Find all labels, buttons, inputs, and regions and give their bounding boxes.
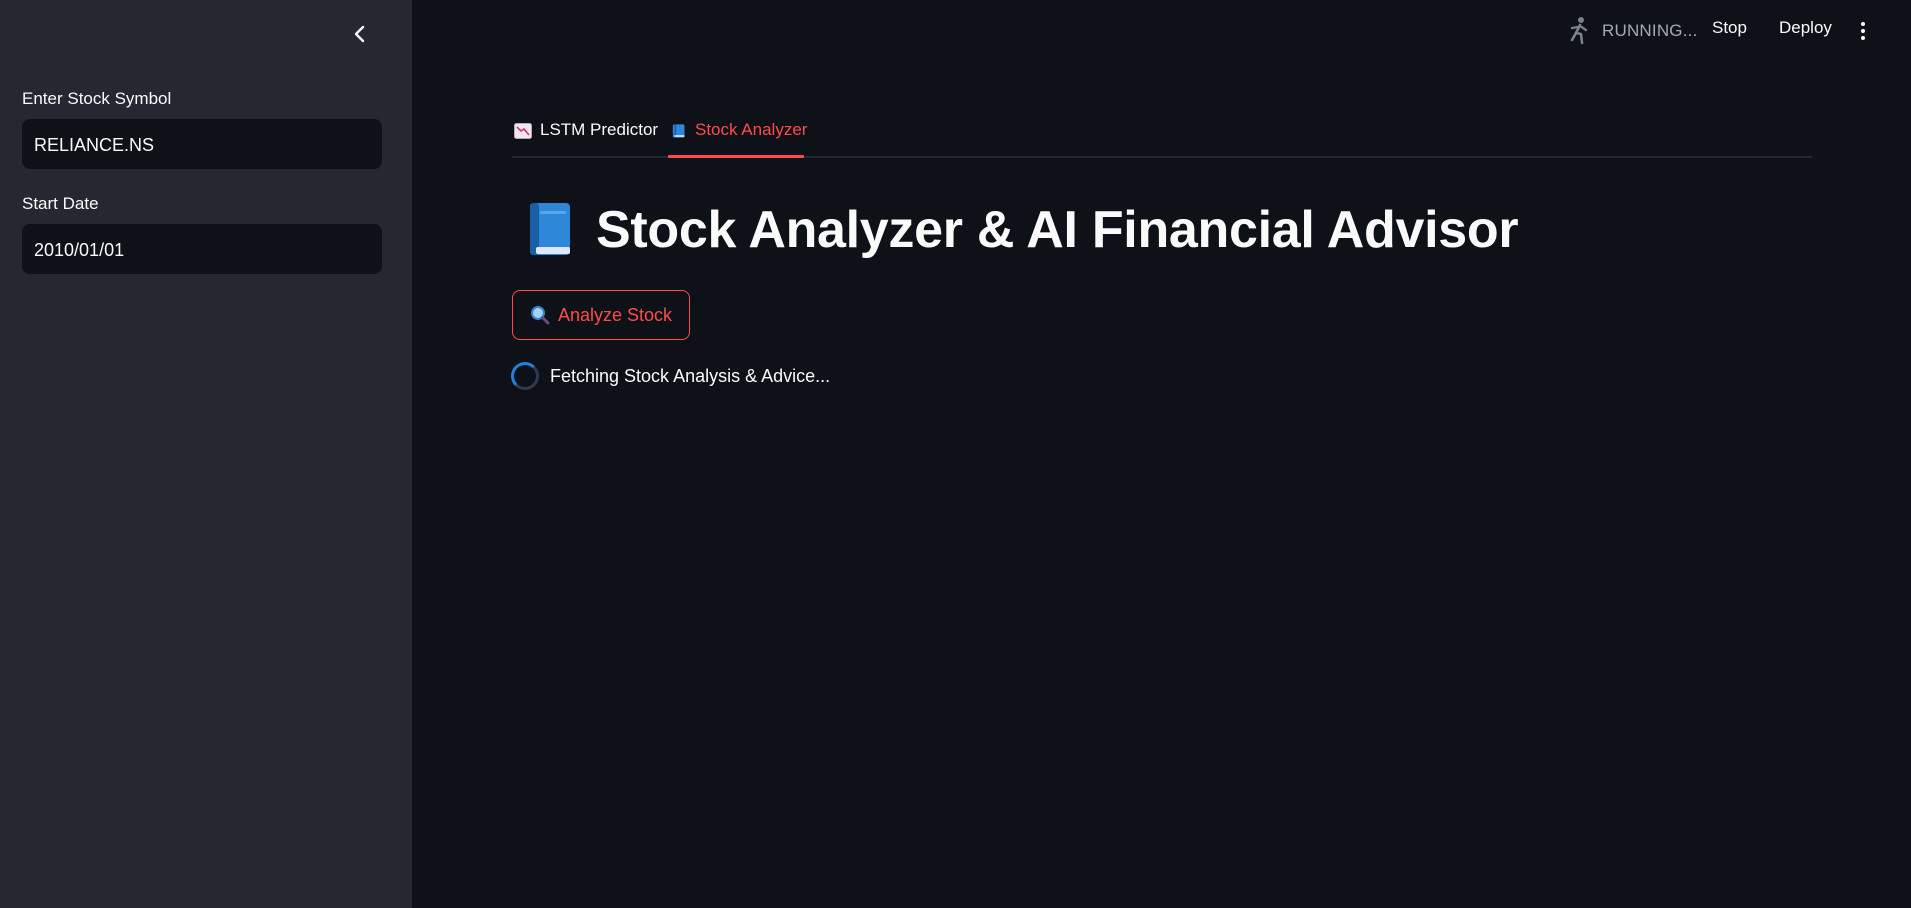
active-tab-indicator [668,155,804,158]
stock-symbol-field: Enter Stock Symbol RELIANCE.NS [22,89,382,169]
start-date-input[interactable]: 2010/01/01 [22,224,382,274]
spinner-icon [511,362,539,390]
kebab-dot-icon [1861,29,1865,33]
analyze-stock-button[interactable]: Analyze Stock [512,290,690,340]
kebab-dot-icon [1861,22,1865,26]
loading-text: Fetching Stock Analysis & Advice... [550,365,831,386]
blue-book-icon [530,203,570,255]
app-root: Enter Stock Symbol RELIANCE.NS Start Dat… [0,0,1911,908]
tab-bar: LSTM Predictor Stock Analyzer [512,116,1812,158]
sidebar: Enter Stock Symbol RELIANCE.NS Start Dat… [0,0,412,908]
kebab-dot-icon [1861,36,1865,40]
running-status-text: RUNNING... [1602,21,1698,40]
running-status: RUNNING... [1566,16,1698,46]
blue-book-icon [672,124,685,138]
stock-symbol-input[interactable]: RELIANCE.NS [22,119,382,169]
loading-status: Fetching Stock Analysis & Advice... [511,362,830,390]
stop-button[interactable]: Stop [1712,18,1747,38]
tab-lstm-predictor[interactable]: LSTM Predictor [514,120,658,156]
chevron-left-icon [354,25,365,43]
tab-stock-analyzer[interactable]: Stock Analyzer [672,120,807,156]
page-title: Stock Analyzer & AI Financial Advisor [596,201,1519,259]
tab-lstm-predictor-label: LSTM Predictor [540,120,659,139]
main-menu-button[interactable] [1855,18,1871,44]
deploy-button[interactable]: Deploy [1779,18,1832,38]
page-header: Stock Analyzer & AI Financial Advisor [524,200,1519,260]
analyze-stock-label: Analyze Stock [557,304,673,325]
start-date-field: Start Date 2010/01/01 [22,194,382,274]
chart-decreasing-icon [514,123,532,139]
start-date-label: Start Date [22,194,99,213]
stock-symbol-label: Enter Stock Symbol [22,89,172,108]
collapse-sidebar-button[interactable] [344,18,376,50]
tab-stock-analyzer-label: Stock Analyzer [695,120,808,139]
magnifying-glass-icon [530,306,550,325]
running-person-icon [1570,17,1588,45]
